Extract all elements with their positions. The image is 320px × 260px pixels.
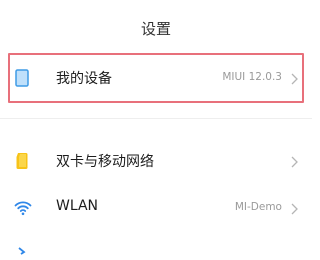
settings-row-label: WLAN: [56, 198, 99, 214]
settings-row-value: MI-Demo: [234, 201, 282, 213]
wifi-icon: [14, 199, 32, 217]
section-divider: [0, 118, 312, 119]
page-title: 设置: [140, 20, 171, 38]
settings-row-wlan[interactable]: WLAN MI-Demo: [0, 186, 312, 230]
bluetooth-icon: [14, 241, 30, 255]
chevron-right-icon: [289, 154, 299, 168]
sim-card-icon: [14, 152, 30, 170]
settings-row-dual-sim[interactable]: 双卡与移动网络: [0, 139, 312, 183]
chevron-right-icon: [289, 201, 299, 215]
highlight-box: [8, 53, 304, 103]
settings-row-label: 双卡与移动网络: [56, 154, 154, 170]
status-bar: [0, 0, 312, 6]
